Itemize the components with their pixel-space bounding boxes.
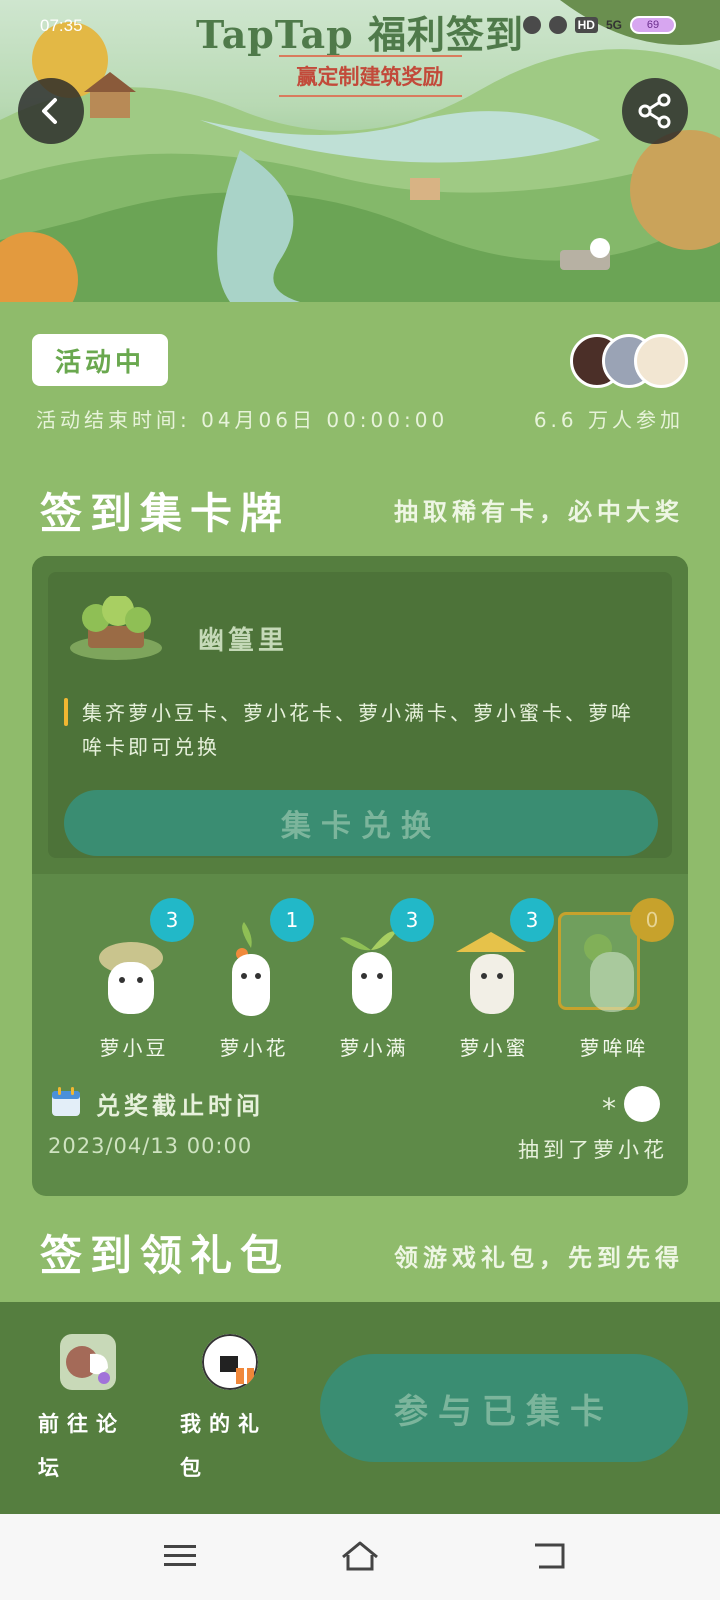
my-gift-link[interactable]: 我的礼包	[180, 1334, 290, 1490]
hero-banner: 07:35 HD 5G 69 TapTap 福利签到 赢定制建筑奖励	[0, 0, 720, 302]
reward-building-image	[70, 596, 162, 660]
home-icon	[342, 1541, 378, 1571]
banner-subtitle: 赢定制建筑奖励	[278, 55, 462, 97]
banner-subtitle-wrap: 赢定制建筑奖励	[230, 55, 510, 97]
card-item-luo-xiao-man[interactable]: 3 萝小满	[314, 898, 434, 1068]
activity-end-time: 活动结束时间: 04月06日 00:00:00	[36, 408, 449, 432]
back-nav-button[interactable]	[528, 1536, 572, 1576]
share-button[interactable]	[622, 78, 688, 144]
card-name: 萝小满	[339, 1036, 409, 1060]
card-count-badge: 3	[150, 898, 194, 942]
card-item-luo-xiao-dou[interactable]: 3 萝小豆	[74, 898, 194, 1068]
card-list: 3 萝小豆 1 萝小花 3 萝小满 3 萝小蜜 0 萝哞哞	[32, 874, 688, 1074]
avatar	[634, 334, 688, 388]
accent-bar	[64, 698, 68, 726]
card-count-badge: 3	[510, 898, 554, 942]
card-count-badge: 3	[390, 898, 434, 942]
reward-name: 幽篁里	[198, 626, 289, 656]
activity-status-badge: 活动中	[32, 334, 168, 386]
participant-avatars[interactable]	[570, 334, 690, 388]
system-navigation-bar	[0, 1514, 720, 1600]
bottom-action-bar: 前往论坛 我的礼包 参与已集卡	[0, 1302, 720, 1514]
reward-card: 幽篁里 集齐萝小豆卡、萝小花卡、萝小满卡、萝小蜜卡、萝哞哞卡即可兑换 集卡兑换	[48, 572, 672, 858]
home-button[interactable]	[338, 1536, 382, 1576]
calendar-icon	[52, 1087, 80, 1116]
collect-exchange-button[interactable]: 集卡兑换	[64, 790, 658, 856]
banner-title: TapTap 福利签到	[196, 12, 524, 57]
reward-requirement: 集齐萝小豆卡、萝小花卡、萝小满卡、萝小蜜卡、萝哞哞卡即可兑换	[82, 701, 634, 759]
forum-app-icon	[60, 1334, 116, 1390]
card-count-badge: 1	[270, 898, 314, 942]
card-name: 萝哞哞	[579, 1036, 649, 1060]
card-item-luo-xiao-hua[interactable]: 1 萝小花	[194, 898, 314, 1068]
gift-label: 我的礼包	[180, 1412, 267, 1480]
card-item-luo-mou-mou[interactable]: 0 萝哞哞	[554, 898, 674, 1068]
sparkle-icon: *	[602, 1092, 616, 1125]
card-item-luo-xiao-mi[interactable]: 3 萝小蜜	[434, 898, 554, 1068]
draw-result-text: 抽到了萝小花	[518, 1138, 668, 1162]
section-title-cards: 签到集卡牌	[40, 489, 291, 538]
join-collected-cards-button[interactable]: 参与已集卡	[320, 1354, 688, 1462]
share-icon	[638, 93, 671, 129]
forum-label: 前往论坛	[38, 1412, 125, 1480]
card-name: 萝小花	[219, 1036, 289, 1060]
reward-area: 幽篁里 集齐萝小豆卡、萝小花卡、萝小满卡、萝小蜜卡、萝哞哞卡即可兑换 集卡兑换	[32, 556, 688, 874]
back-button[interactable]	[18, 78, 84, 144]
section-subtitle-gift: 领游戏礼包，先到先得	[394, 1244, 684, 1272]
card-name: 萝小豆	[99, 1036, 169, 1060]
card-collection-panel: 幽篁里 集齐萝小豆卡、萝小花卡、萝小满卡、萝小蜜卡、萝哞哞卡即可兑换 集卡兑换 …	[32, 556, 688, 1196]
menu-button[interactable]	[158, 1536, 202, 1576]
deadline-label: 兑奖截止时间	[96, 1092, 264, 1120]
participant-count: 6.6 万人参加	[533, 408, 684, 432]
deadline-date: 2023/04/13 00:00	[48, 1134, 253, 1158]
section-subtitle-cards: 抽取稀有卡，必中大奖	[394, 498, 684, 526]
section-title-gift: 签到领礼包	[40, 1231, 291, 1280]
forum-link[interactable]: 前往论坛	[38, 1334, 148, 1490]
chevron-left-icon	[42, 98, 57, 124]
menu-icon	[164, 1545, 196, 1566]
notification-toggle[interactable]	[624, 1086, 660, 1122]
card-name: 萝小蜜	[459, 1036, 529, 1060]
return-icon	[535, 1543, 565, 1569]
gift-app-icon	[202, 1334, 258, 1390]
card-count-badge: 0	[630, 898, 674, 942]
